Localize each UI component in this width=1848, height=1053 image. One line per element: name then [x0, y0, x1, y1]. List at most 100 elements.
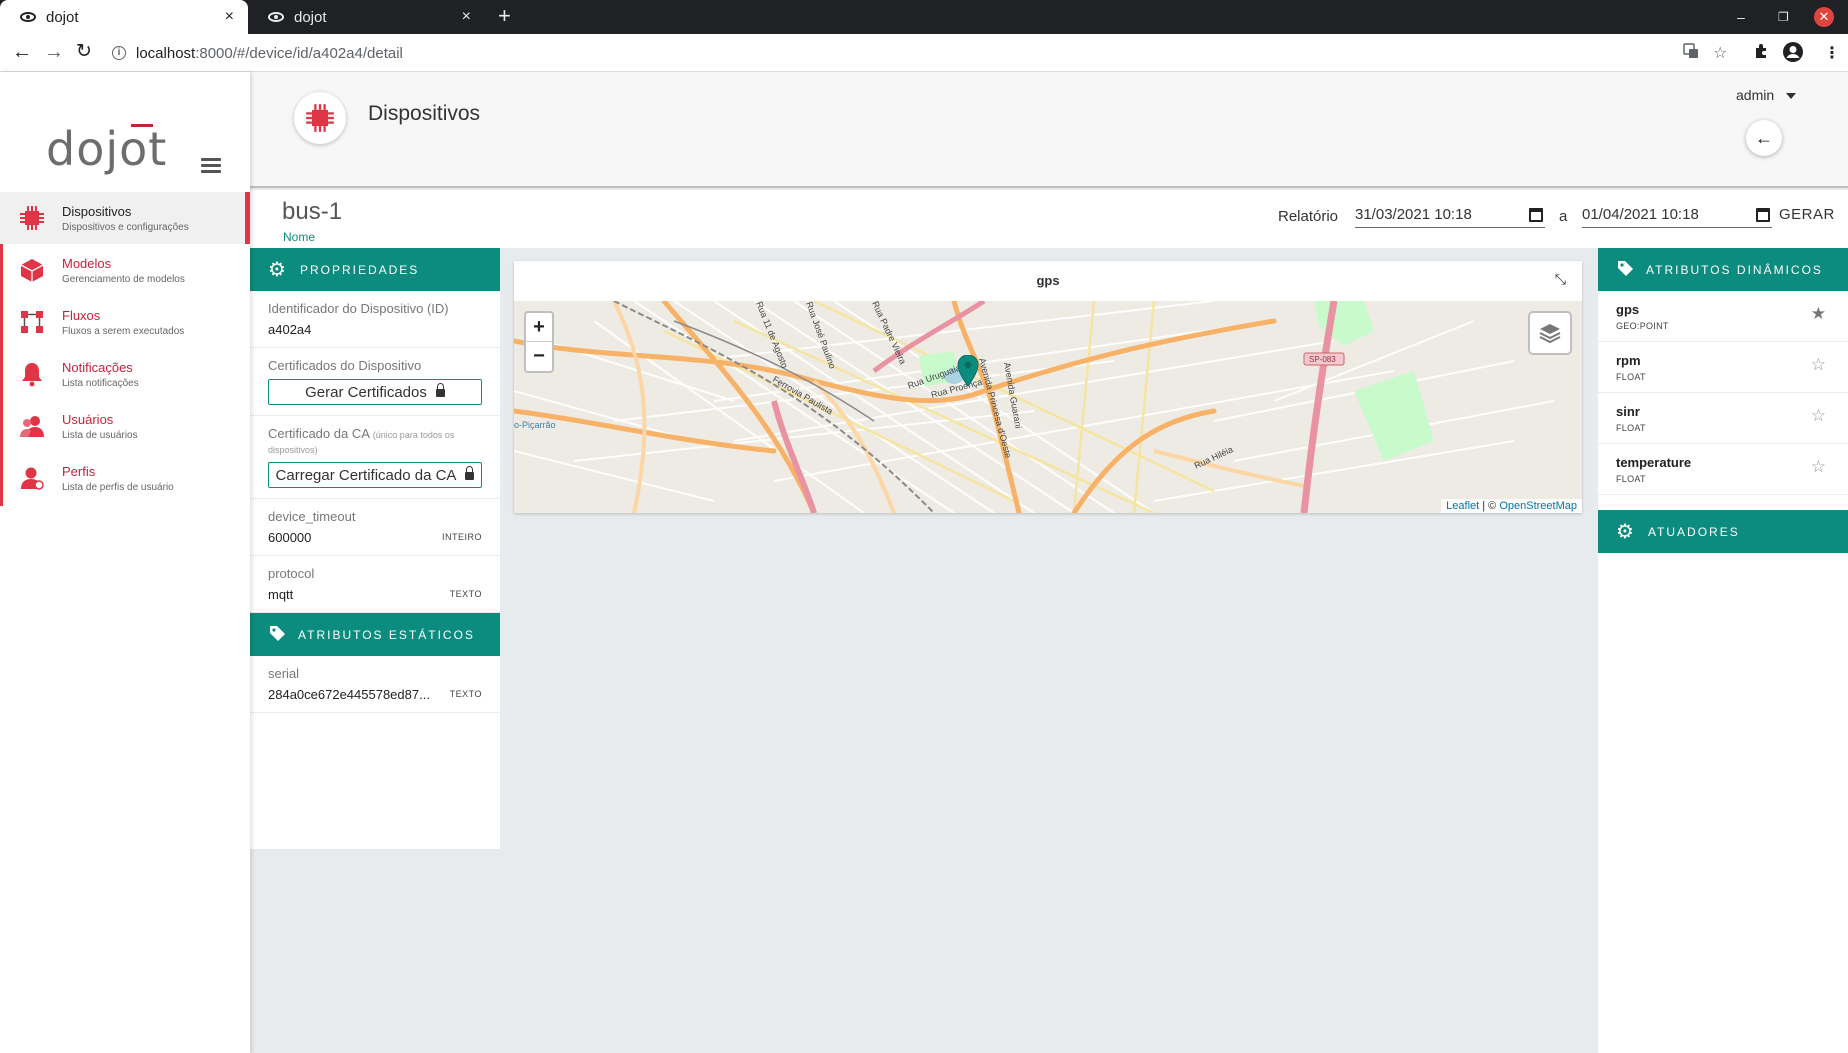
attr-name: sinr	[1616, 404, 1640, 419]
window-minimize-button[interactable]: –	[1737, 0, 1745, 34]
new-tab-button[interactable]: +	[498, 4, 511, 28]
map-view[interactable]: Rua Uruguaiana Rua Proença Avenida Princ…	[514, 301, 1582, 513]
sidebar-item-notificacoes[interactable]: Notificações Lista notificações	[0, 348, 250, 400]
hamburger-menu-icon[interactable]	[201, 158, 221, 176]
prop-type: TEXTO	[449, 589, 482, 599]
reload-icon[interactable]: ↻	[76, 42, 92, 62]
url-host: localhost	[136, 44, 196, 62]
dynamic-attr-row[interactable]: rpm FLOAT ☆	[1598, 342, 1848, 393]
to-time-value: 10:18	[1661, 206, 1699, 223]
window-restore-button[interactable]: ❐	[1778, 0, 1789, 34]
address-bar[interactable]: i localhost:8000/#/device/id/a402a4/deta…	[112, 39, 1692, 67]
dynamic-attr-row[interactable]: gps GEO:POINT ★	[1598, 291, 1848, 342]
collapse-icon[interactable]: ⤡	[1555, 271, 1566, 288]
dynamic-attrs-header: ATRIBUTOS DINÂMICOS	[1598, 248, 1848, 291]
prop-type: TEXTO	[449, 689, 482, 699]
device-name: bus-1	[282, 198, 343, 225]
properties-title: PROPRIEDADES	[299, 262, 420, 277]
layers-icon	[1539, 324, 1561, 344]
dynamic-attr-row[interactable]: sinr FLOAT ☆	[1598, 393, 1848, 444]
static-attrs-title: ATRIBUTOS ESTÁTICOS	[298, 627, 475, 642]
caret-down-icon	[1786, 93, 1797, 100]
menu-item-subtitle: Lista notificações	[62, 377, 139, 389]
report-from-date[interactable]: 31/03/2021 10:18	[1355, 206, 1545, 228]
leaflet-link[interactable]: Leaflet	[1446, 500, 1479, 512]
translate-icon[interactable]	[1683, 43, 1699, 64]
sidebar-item-fluxos[interactable]: Fluxos Fluxos a serem executados	[0, 296, 250, 348]
star-outline-icon[interactable]: ☆	[1811, 355, 1826, 375]
menu-accent-line	[0, 244, 3, 506]
attr-type: FLOAT	[1616, 423, 1646, 433]
from-time-value: 10:18	[1434, 206, 1472, 223]
back-arrow-icon[interactable]: ←	[12, 42, 32, 62]
map-attribution: Leaflet | © OpenStreetMap	[1441, 499, 1582, 513]
tag-icon	[268, 624, 286, 646]
star-outline-icon[interactable]: ☆	[1811, 457, 1826, 477]
prop-label: device_timeout	[268, 509, 356, 524]
prop-type: INTEIRO	[441, 532, 482, 542]
tab-close-icon[interactable]: ×	[225, 9, 234, 25]
browser-tab-active[interactable]: dojot ×	[0, 0, 248, 34]
prop-label: Certificado da CA (único para todos os d…	[268, 426, 482, 456]
menu-item-subtitle: Dispositivos e configurações	[62, 221, 189, 233]
from-date-value: 31/03/2021	[1355, 206, 1431, 223]
sidebar-item-usuarios[interactable]: Usuários Lista de usuários	[0, 400, 250, 452]
properties-panel: ⚙ PROPRIEDADES Identificador do Disposit…	[250, 248, 500, 849]
location-marker-icon[interactable]	[957, 355, 979, 387]
map-layers-button[interactable]	[1528, 311, 1572, 355]
calendar-icon[interactable]	[1756, 208, 1770, 222]
browser-menu-icon[interactable]: ⋮	[1824, 43, 1840, 63]
cube-icon	[18, 256, 46, 284]
generate-certificates-button[interactable]: Gerar Certificados	[268, 379, 482, 405]
menu-item-title: Fluxos	[62, 307, 101, 323]
main-menu: Dispositivos Dispositivos e configurações…	[0, 192, 250, 504]
window-close-button[interactable]: ✕	[1814, 7, 1834, 27]
url-path: :8000/#/device/id/a402a4/detail	[195, 44, 403, 62]
attribution-separator: | ©	[1479, 500, 1500, 512]
star-filled-icon[interactable]: ★	[1811, 304, 1826, 324]
bookmark-star-icon[interactable]: ☆	[1713, 43, 1727, 63]
menu-item-title: Notificações	[62, 359, 133, 375]
browser-tab-bar: dojot × dojot × + – ❐ ✕	[0, 0, 1848, 34]
dynamic-attr-row[interactable]: temperature FLOAT ☆	[1598, 444, 1848, 495]
menu-item-title: Modelos	[62, 255, 112, 271]
user-name: admin	[1736, 87, 1775, 103]
gps-map-card: gps ⤡ Rua Uruguaiana Rua Proença Avenida…	[514, 261, 1582, 513]
dojot-logo: dojot	[46, 122, 167, 176]
sidebar-item-dispositivos[interactable]: Dispositivos Dispositivos e configurações	[0, 192, 250, 244]
sidebar-item-modelos[interactable]: Modelos Gerenciamento de modelos	[0, 244, 250, 296]
extensions-puzzle-icon[interactable]	[1753, 43, 1769, 64]
report-to-date[interactable]: 01/04/2021 10:18	[1582, 206, 1772, 228]
properties-header: ⚙ PROPRIEDADES	[250, 248, 500, 291]
back-button[interactable]: ←	[1746, 120, 1782, 156]
profile-avatar-icon[interactable]	[1782, 41, 1804, 68]
tag-icon	[1616, 259, 1634, 281]
logo-accent-bar	[131, 124, 153, 127]
map-highway-label: SP-083	[1309, 355, 1336, 364]
tab-title: dojot	[46, 8, 79, 26]
tab-close-icon[interactable]: ×	[462, 9, 471, 25]
prop-ca-certificate: Certificado da CA (único para todos os d…	[250, 416, 500, 499]
user-menu[interactable]: admin	[1736, 87, 1797, 103]
osm-link[interactable]: OpenStreetMap	[1499, 500, 1577, 512]
forward-arrow-icon[interactable]: →	[44, 42, 64, 62]
generate-report-button[interactable]: GERAR	[1779, 206, 1835, 223]
date-separator: a	[1559, 208, 1568, 225]
browser-tab-inactive[interactable]: dojot ×	[248, 0, 485, 34]
zoom-in-button[interactable]: +	[526, 313, 552, 342]
to-date-value: 01/04/2021	[1582, 206, 1658, 223]
site-info-icon[interactable]: i	[112, 46, 126, 60]
actuators-title: ATUADORES	[1647, 524, 1740, 539]
load-ca-certificate-button[interactable]: Carregar Certificado da CA	[268, 462, 482, 488]
profile-icon	[18, 464, 46, 492]
app-sidebar: dojot Dispositivos Dispositivos e configu…	[0, 72, 250, 1053]
prop-attr-row: device_timeout 600000 INTEIRO	[250, 499, 500, 556]
sidebar-item-perfis[interactable]: Perfis Lista de perfis de usuário	[0, 452, 250, 504]
zoom-out-button[interactable]: −	[526, 342, 552, 371]
static-attr-row: serial 284a0ce672e445578ed87... TEXTO	[250, 656, 500, 713]
menu-item-title: Usuários	[62, 411, 114, 427]
calendar-icon[interactable]	[1529, 208, 1543, 222]
star-outline-icon[interactable]: ☆	[1811, 406, 1826, 426]
dynamic-attributes-panel: ATRIBUTOS DINÂMICOS gps GEO:POINT ★ rpm …	[1598, 248, 1848, 1053]
report-label: Relatório	[1278, 208, 1339, 225]
